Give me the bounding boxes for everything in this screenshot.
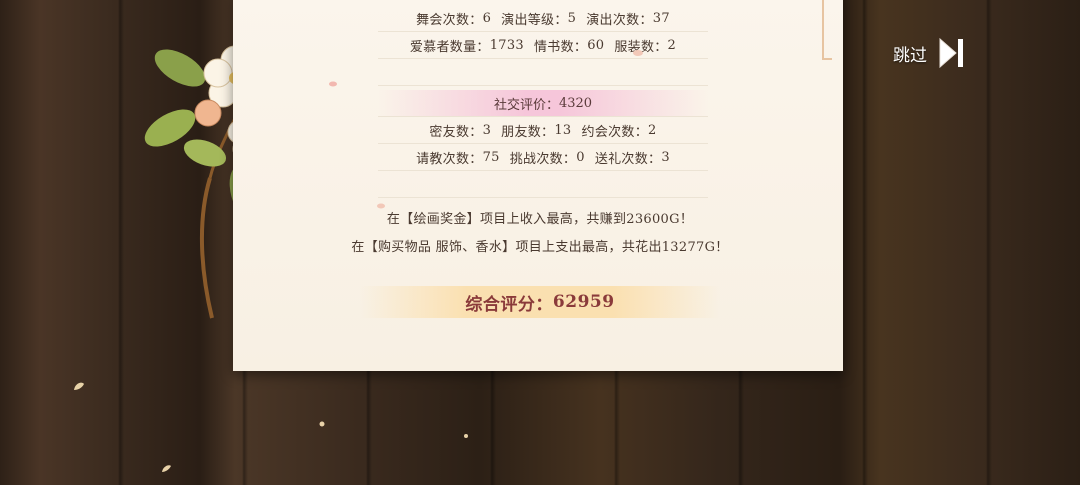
performance-level-value: 5 [567, 10, 577, 26]
lessons-count-label: 请教次数： [416, 151, 483, 167]
petal-icon [377, 203, 385, 209]
challenge-count-value: 0 [576, 149, 585, 165]
petal-icon [464, 434, 468, 438]
social-rating-header: 社交评价： 4320 [378, 90, 708, 117]
skip-button[interactable]: 跳过 [893, 36, 965, 70]
stats-row-interactions: 请教次数： 75 挑战次数： 0 送礼次数： 3 [378, 144, 708, 171]
stats-row-admirers: 爱慕者数量： 1733 情书数： 60 服装数： 2 [378, 32, 708, 59]
admirers-value: 1733 [489, 37, 524, 53]
friends-count-value: 13 [554, 122, 572, 138]
dance-count-label: 舞会次数： [416, 12, 483, 28]
gifts-count-value: 3 [661, 149, 670, 165]
social-rating-label: 社交评价： [493, 97, 559, 113]
bestie-count-label: 密友数： [429, 124, 483, 140]
dates-count-label: 约会次数： [581, 124, 649, 140]
skip-label: 跳过 [893, 45, 927, 66]
income-summary: 在【绘画奖金】项目上收入最高，共赚到23600G！ [386, 212, 694, 227]
lessons-count-value: 75 [482, 149, 500, 165]
overall-score-value: 62959 [552, 292, 615, 312]
skip-forward-icon [939, 37, 963, 69]
dance-count-value: 6 [482, 10, 492, 26]
outfits-value: 2 [667, 37, 677, 53]
gifts-count-label: 送礼次数： [594, 151, 662, 167]
stats-row-spacer-2 [378, 171, 708, 198]
performance-count-label: 演出次数： [586, 12, 653, 28]
overall-score-label: 综合评分： [465, 294, 553, 315]
social-rating-value: 4320 [558, 95, 593, 111]
bestie-count-value: 3 [482, 122, 492, 138]
paper-corner-ornament [822, 0, 832, 60]
stats-row-friends: 密友数： 3 朋友数： 13 约会次数： 2 [378, 117, 708, 144]
friends-count-label: 朋友数： [501, 124, 555, 140]
petal-icon [633, 50, 643, 56]
petal-icon [74, 382, 84, 390]
expense-summary: 在【购买物品 服饰、香水】项目上支出最高，共花出13277G！ [351, 240, 729, 255]
love-letters-label: 情书数： [533, 39, 588, 55]
challenge-count-label: 挑战次数： [509, 151, 577, 167]
petal-icon [162, 465, 171, 472]
dates-count-value: 2 [648, 122, 657, 138]
admirers-label: 爱慕者数量： [409, 39, 490, 55]
performance-level-label: 演出等级： [501, 12, 568, 28]
love-letters-value: 60 [587, 37, 605, 53]
overall-score: 综合评分： 62959 [360, 286, 720, 318]
stats-row-performance: 舞会次数： 6 演出等级： 5 演出次数： 37 [378, 5, 708, 32]
petal-icon [319, 421, 325, 427]
performance-count-value: 37 [652, 10, 670, 26]
petal-icon [329, 81, 337, 87]
stats-row-spacer [378, 59, 708, 86]
